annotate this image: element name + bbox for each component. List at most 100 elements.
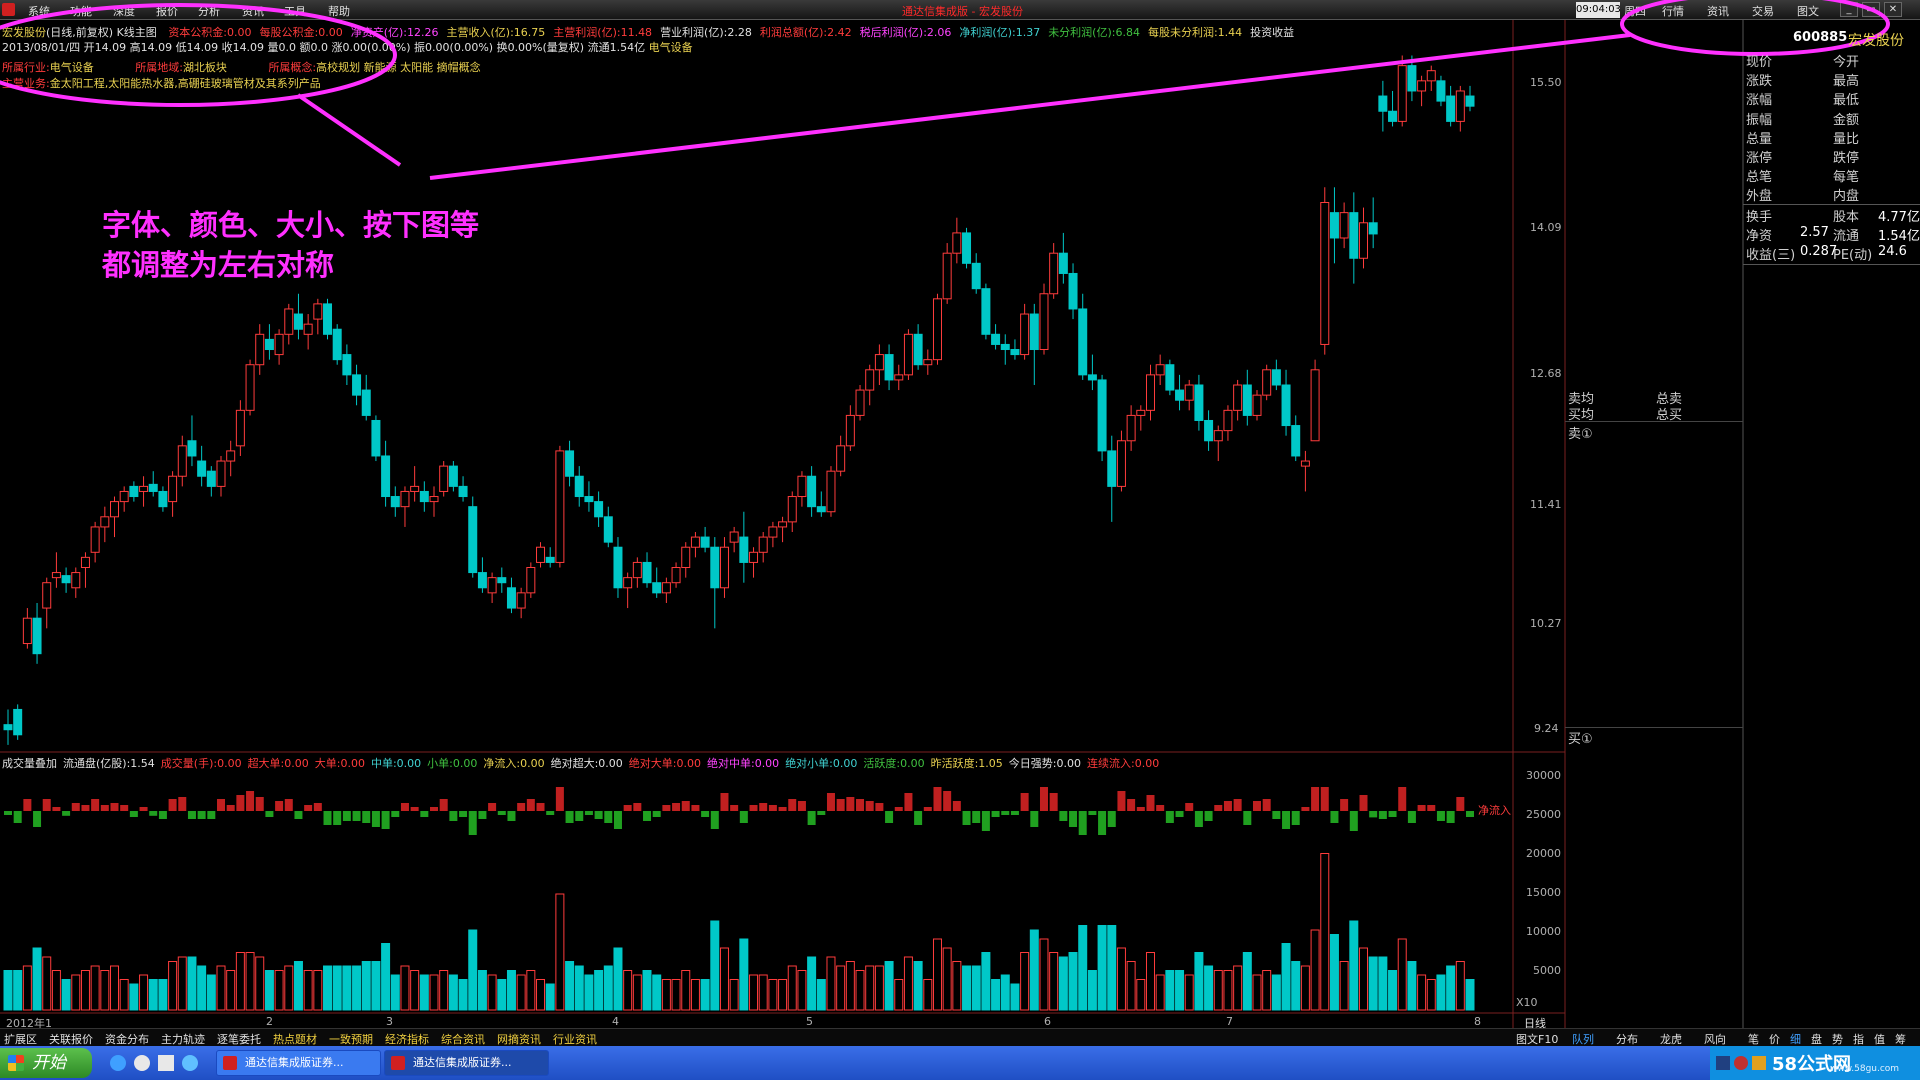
- f10-button[interactable]: 图文F10: [1516, 1031, 1558, 1047]
- candle: [342, 354, 352, 376]
- net-inflow-bar: [129, 811, 138, 817]
- tray-icon-security[interactable]: [1752, 1056, 1766, 1070]
- nav-trade-button[interactable]: 交易: [1752, 3, 1774, 19]
- small-tab[interactable]: 指: [1853, 1031, 1864, 1047]
- volume-bar: [235, 952, 245, 1011]
- net-inflow-bar: [865, 801, 874, 811]
- bottom-tab[interactable]: 扩展区: [4, 1031, 37, 1047]
- volume-bar: [1068, 952, 1078, 1011]
- nav-graphic-button[interactable]: 图文: [1797, 3, 1819, 19]
- net-inflow-bar: [100, 805, 109, 811]
- net-inflow-bar: [313, 803, 322, 811]
- candle: [952, 232, 962, 254]
- small-tab[interactable]: 价: [1769, 1031, 1780, 1047]
- bottom-tab[interactable]: 主力轨迹: [161, 1031, 205, 1047]
- candle: [758, 536, 768, 553]
- bottom-tab[interactable]: 资金分布: [105, 1031, 149, 1047]
- quote-field-label: 跌停: [1833, 151, 1860, 166]
- volume-bar: [1223, 970, 1233, 1011]
- candle: [632, 561, 642, 579]
- volume-bar: [894, 979, 904, 1011]
- net-inflow-bar: [1272, 811, 1281, 819]
- quicklaunch-ie-icon[interactable]: [110, 1055, 126, 1071]
- vol-tick-3: 20000: [1526, 847, 1561, 860]
- tab-queue[interactable]: 队列: [1572, 1031, 1594, 1047]
- quote-field-label: 今开: [1833, 55, 1860, 70]
- quicklaunch-browser-icon[interactable]: [134, 1055, 150, 1071]
- close-icon[interactable]: ✕: [1884, 2, 1902, 17]
- candle: [119, 490, 129, 503]
- bottom-tab[interactable]: 逐笔委托: [217, 1031, 261, 1047]
- task-button-1[interactable]: 通达信集成版证券...: [216, 1050, 381, 1076]
- fund-item: 税后利润(亿):2.06: [859, 26, 952, 39]
- candle: [1233, 384, 1243, 411]
- quicklaunch-media-icon[interactable]: [158, 1055, 174, 1071]
- small-tab[interactable]: 势: [1832, 1031, 1843, 1047]
- volume-bar: [1058, 956, 1068, 1011]
- net-inflow-bar: [1069, 811, 1078, 827]
- menu-item-tools[interactable]: 工具: [284, 3, 306, 19]
- minimize-icon[interactable]: _: [1840, 2, 1858, 17]
- vol-tick-2: 25000: [1526, 808, 1561, 821]
- candle: [729, 531, 739, 543]
- price-tick-5: 10.27: [1530, 617, 1562, 630]
- net-inflow-bar: [71, 803, 80, 811]
- menu-item-depth[interactable]: 深度: [113, 3, 135, 19]
- volume-bar: [1049, 952, 1059, 1011]
- small-tab[interactable]: 盘: [1811, 1031, 1822, 1047]
- task-button-2[interactable]: 通达信集成版证券...: [384, 1050, 549, 1076]
- net-inflow-bar: [187, 811, 196, 819]
- volume-bar: [71, 974, 81, 1011]
- candle: [1446, 95, 1456, 122]
- bottom-tab[interactable]: 行业资讯: [553, 1031, 597, 1047]
- volume-bar: [22, 965, 32, 1011]
- quicklaunch-app-icon[interactable]: [182, 1055, 198, 1071]
- bottom-tab[interactable]: 热点题材: [273, 1031, 317, 1047]
- restore-icon[interactable]: ▭: [1862, 2, 1880, 17]
- net-inflow-bar: [1359, 795, 1368, 811]
- menu-item-system[interactable]: 系统: [28, 3, 50, 19]
- menu-item-quote[interactable]: 报价: [156, 3, 178, 19]
- volume-bar: [458, 979, 468, 1011]
- bottom-tab[interactable]: 关联报价: [49, 1031, 93, 1047]
- nav-market-button[interactable]: 行情: [1662, 3, 1684, 19]
- candle: [836, 445, 846, 472]
- tab-distribution[interactable]: 分布: [1616, 1031, 1638, 1047]
- small-tab[interactable]: 笔: [1748, 1031, 1759, 1047]
- nav-info-button[interactable]: 资讯: [1707, 3, 1729, 19]
- tab-dragon-tiger[interactable]: 龙虎: [1660, 1031, 1682, 1047]
- menu-item-info[interactable]: 资讯: [242, 3, 264, 19]
- bottom-tab[interactable]: 网摘资讯: [497, 1031, 541, 1047]
- tray-icon-network[interactable]: [1716, 1056, 1730, 1070]
- small-tab[interactable]: 筹: [1895, 1031, 1906, 1047]
- bottom-tab[interactable]: 经济指标: [385, 1031, 429, 1047]
- bottom-tab[interactable]: 综合资讯: [441, 1031, 485, 1047]
- start-button[interactable]: 开始: [0, 1048, 92, 1078]
- volume-bar: [313, 970, 323, 1011]
- net-inflow-bar: [991, 811, 1000, 817]
- menu-item-analysis[interactable]: 分析: [198, 3, 220, 19]
- bottom-tab[interactable]: 一致预期: [329, 1031, 373, 1047]
- net-inflow-bar: [575, 811, 584, 821]
- small-tab[interactable]: 值: [1874, 1031, 1885, 1047]
- date-tick-3: 3: [386, 1015, 393, 1028]
- candle: [671, 567, 681, 584]
- small-tab[interactable]: 细: [1790, 1031, 1801, 1047]
- net-inflow-bar: [517, 803, 526, 811]
- tray-icon-volume[interactable]: [1734, 1056, 1748, 1070]
- candle: [1465, 95, 1475, 107]
- volume-bar: [942, 947, 952, 1011]
- volume-bar: [1029, 929, 1039, 1011]
- net-inflow-bar: [275, 801, 284, 811]
- net-inflow-bar: [488, 803, 497, 811]
- volume-bar: [216, 965, 226, 1011]
- tab-wind[interactable]: 风向: [1704, 1031, 1726, 1047]
- volume-bar: [361, 961, 371, 1011]
- menu-item-help[interactable]: 帮助: [328, 3, 350, 19]
- kline-chart[interactable]: [0, 0, 1920, 1080]
- menu-item-function[interactable]: 功能: [70, 3, 92, 19]
- net-inflow-bar: [468, 811, 477, 835]
- volume-bar: [855, 970, 865, 1011]
- volume-bar: [381, 943, 391, 1011]
- net-inflow-bar: [555, 787, 564, 811]
